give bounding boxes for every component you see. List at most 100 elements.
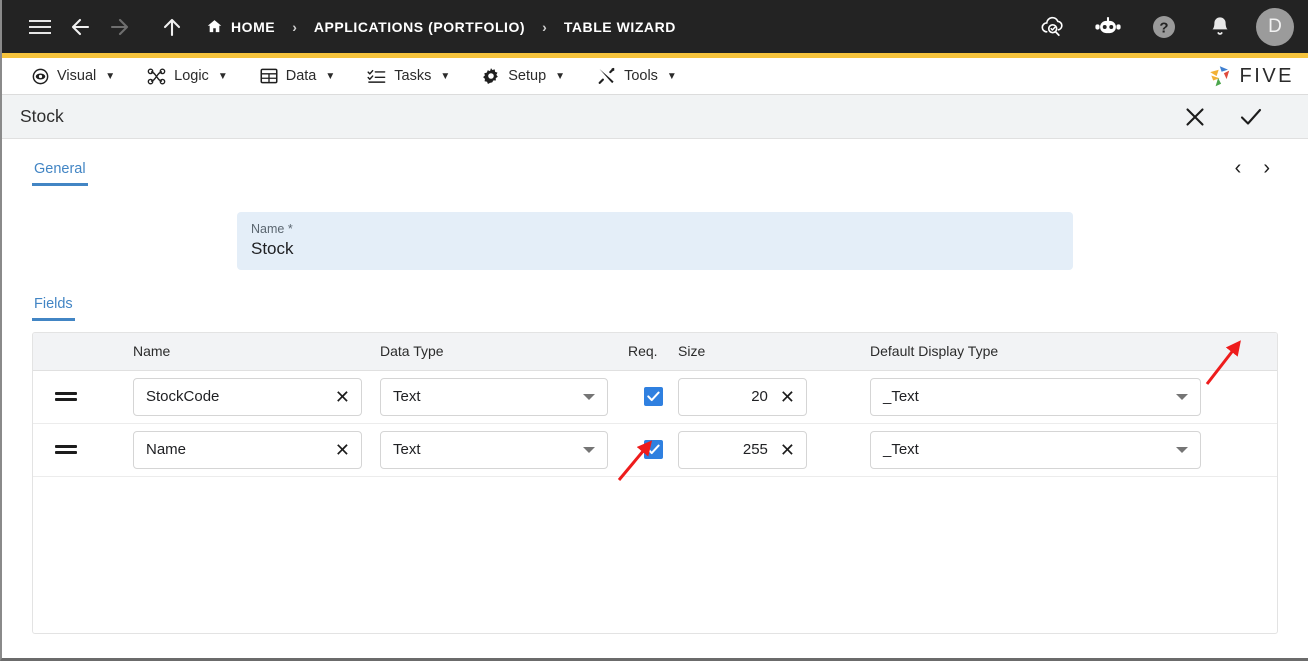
field-name-value: StockCode [146, 388, 220, 405]
field-size-input[interactable]: 255 ✕ [678, 430, 807, 469]
field-default-display-type-select[interactable]: _Text [870, 377, 1201, 416]
clear-x-icon[interactable]: ✕ [778, 441, 797, 459]
menu-visual-label: Visual [57, 68, 97, 84]
assistant-bot-button[interactable] [1088, 7, 1128, 47]
tab-fields-label: Fields [34, 296, 73, 312]
row-drag-cell [33, 423, 99, 477]
clear-x-icon[interactable]: ✕ [333, 388, 352, 406]
back-button[interactable] [60, 7, 100, 47]
chevron-down-icon [583, 446, 595, 453]
name-field[interactable]: Name * Stock [237, 212, 1073, 270]
tools-icon [598, 67, 615, 84]
tab-fields[interactable]: Fields [32, 292, 75, 321]
field-default-display-type-value: _Text [883, 388, 919, 405]
avatar-initial: D [1268, 15, 1282, 37]
chevron-down-icon [583, 393, 595, 400]
breadcrumb-separator: › [542, 18, 547, 35]
field-required-checkbox[interactable] [643, 440, 663, 459]
field-default-display-type-value: _Text [883, 441, 919, 458]
next-record-button[interactable]: › [1263, 158, 1270, 178]
tab-general-label: General [34, 161, 86, 177]
hamburger-icon [29, 19, 51, 34]
form-content: General ‹ › Name * Stock Fields Name Dat… [2, 139, 1308, 634]
menu-logic[interactable]: Logic ▼ [131, 58, 244, 94]
drag-handle-icon[interactable] [55, 445, 77, 454]
eye-icon [32, 68, 49, 84]
breadcrumb: HOME › APPLICATIONS (PORTFOLIO) › TABLE … [206, 18, 676, 35]
cloud-search-button[interactable] [1032, 7, 1072, 47]
hamburger-menu-button[interactable] [20, 7, 60, 47]
logic-nodes-icon [147, 68, 166, 84]
table-row: StockCode ✕ Text 20 ✕ _Text [33, 370, 1277, 424]
tab-general[interactable]: General [32, 153, 88, 186]
field-required-checkbox[interactable] [643, 387, 663, 406]
menu-tools-label: Tools [624, 68, 658, 84]
field-data-type-select[interactable]: Text [380, 430, 608, 469]
help-button[interactable]: ? [1144, 7, 1184, 47]
breadcrumb-item-applications[interactable]: APPLICATIONS (PORTFOLIO) [314, 19, 525, 35]
page-title: Stock [20, 106, 64, 126]
gear-icon [483, 68, 499, 85]
clear-x-icon[interactable]: ✕ [778, 388, 797, 406]
form-header-actions [1182, 104, 1292, 130]
save-form-button[interactable] [1238, 104, 1264, 130]
breadcrumb-item-home[interactable]: HOME [206, 18, 275, 35]
column-header-name: Name [99, 333, 380, 371]
menu-tools[interactable]: Tools ▼ [581, 58, 693, 94]
arrow-right-icon [110, 18, 129, 35]
row-size-cell: 20 ✕ [678, 370, 870, 424]
close-icon [1186, 107, 1204, 126]
column-header-handle [33, 333, 99, 371]
field-name-input[interactable]: StockCode ✕ [133, 377, 362, 416]
column-header-data-type: Data Type [380, 333, 628, 371]
field-default-display-type-select[interactable]: _Text [870, 430, 1201, 469]
breadcrumb-item-table-wizard[interactable]: TABLE WIZARD [564, 19, 676, 35]
chevron-down-icon: ▼ [105, 70, 116, 82]
up-button[interactable] [152, 7, 192, 47]
row-name-cell: Name ✕ [99, 423, 380, 477]
menu-visual[interactable]: Visual ▼ [16, 58, 131, 94]
forward-button[interactable] [100, 7, 140, 47]
row-size-cell: 255 ✕ [678, 423, 870, 477]
check-icon [1240, 108, 1262, 125]
row-name-cell: StockCode ✕ [99, 370, 380, 424]
top-navigation-bar: HOME › APPLICATIONS (PORTFOLIO) › TABLE … [2, 0, 1308, 53]
table-grid-icon [260, 68, 278, 84]
row-required-cell [628, 370, 678, 424]
notifications-button[interactable] [1200, 7, 1240, 47]
fields-table-body: StockCode ✕ Text 20 ✕ _Text Name ✕ Text … [33, 370, 1277, 477]
checklist-icon [367, 69, 386, 83]
field-data-type-select[interactable]: Text [380, 377, 608, 416]
field-data-type-value: Text [393, 441, 421, 458]
row-drag-cell [33, 370, 99, 424]
cloud-search-icon [1041, 16, 1063, 37]
chevron-down-icon [1175, 446, 1188, 453]
home-icon [207, 20, 222, 33]
menu-setup[interactable]: Setup ▼ [466, 58, 581, 94]
close-form-button[interactable] [1182, 104, 1208, 130]
five-pinwheel-icon [1209, 65, 1229, 86]
table-header-row: Name Data Type Req. Size Default Display… [33, 333, 1277, 371]
chevron-down-icon: ▼ [217, 70, 228, 82]
menu-tasks[interactable]: Tasks ▼ [351, 58, 466, 94]
row-required-cell [628, 423, 678, 477]
field-name-input[interactable]: Name ✕ [133, 430, 362, 469]
menu-data[interactable]: Data ▼ [244, 58, 352, 94]
user-avatar[interactable]: D [1256, 7, 1294, 46]
top-bar-actions: ? D [1032, 7, 1294, 47]
arrow-up-icon [163, 18, 181, 36]
field-size-input[interactable]: 20 ✕ [678, 377, 807, 416]
chevron-down-icon: ▼ [325, 70, 336, 82]
brand-logo: FIVE [1207, 64, 1308, 89]
column-header-default-display-type: Default Display Type [870, 333, 1277, 371]
name-field-value[interactable]: Stock [251, 239, 1059, 259]
previous-record-button[interactable]: ‹ [1235, 158, 1242, 178]
drag-handle-icon[interactable] [55, 392, 77, 401]
chevron-down-icon [1175, 393, 1188, 400]
breadcrumb-separator: › [292, 18, 297, 35]
bell-icon [1212, 16, 1228, 35]
clear-x-icon[interactable]: ✕ [333, 441, 352, 459]
application-menu-bar: Visual ▼ Logic ▼ Data ▼ Tasks ▼ Setup ▼ … [2, 58, 1308, 95]
name-field-label: Name * [251, 222, 293, 236]
fields-table-head: Name Data Type Req. Size Default Display… [33, 333, 1277, 371]
